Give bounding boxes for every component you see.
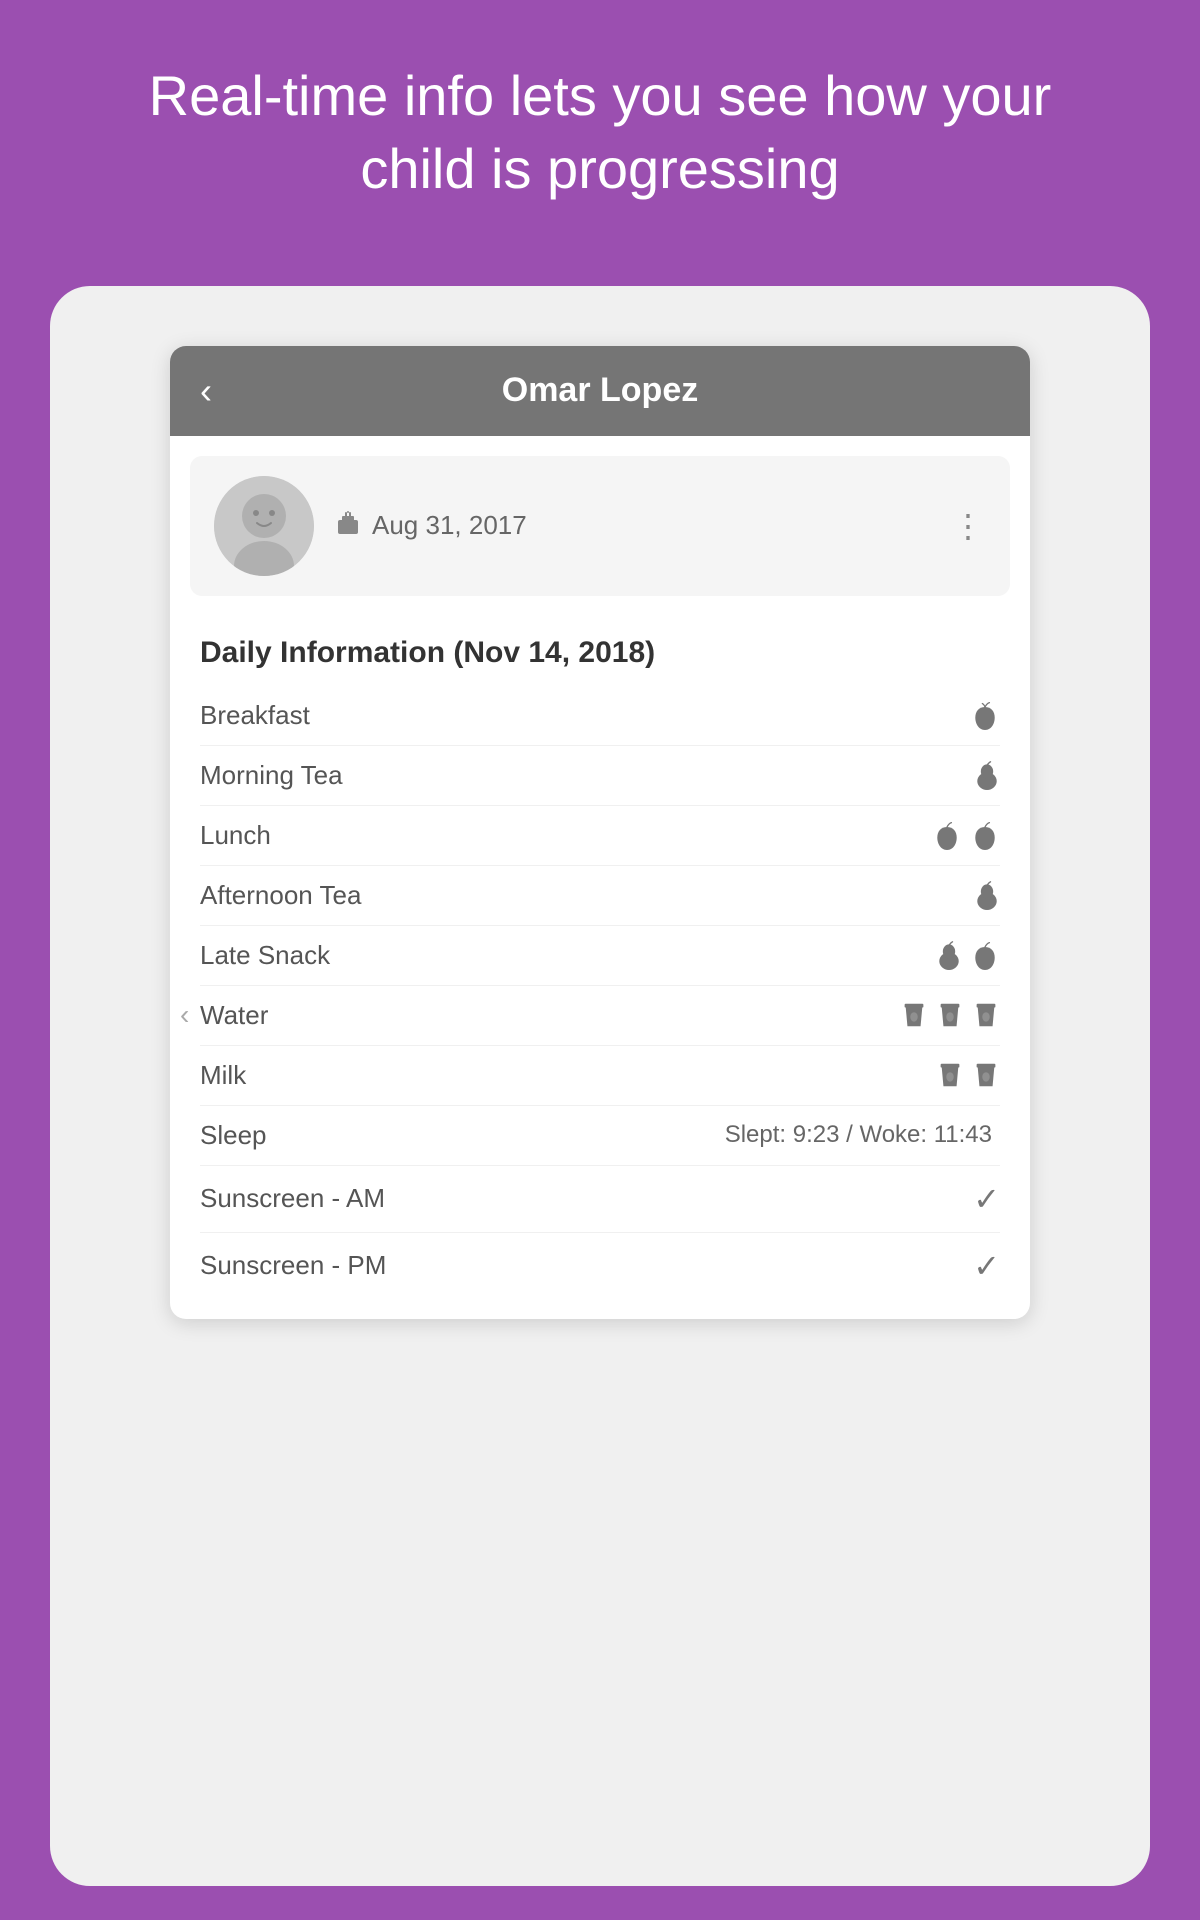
table-row: Milk xyxy=(200,1046,1000,1106)
row-icons-lunch xyxy=(932,820,1000,850)
table-row: Lunch xyxy=(200,806,1000,866)
row-label-milk: Milk xyxy=(200,1060,936,1091)
table-row: Sleep Slept: 9:23 / Woke: 11:43 xyxy=(200,1106,1000,1166)
check-icon-pm: ✓ xyxy=(973,1247,1000,1285)
sleep-detail: Slept: 9:23 / Woke: 11:43 xyxy=(725,1121,992,1149)
profile-left: Aug 31, 2017 xyxy=(214,476,527,576)
row-icons-sunscreen-pm: ✓ xyxy=(973,1247,1000,1285)
row-icons-afternoon-tea xyxy=(974,880,1000,910)
row-icons-late-snack xyxy=(936,940,1000,970)
row-label-morning-tea: Morning Tea xyxy=(200,760,974,791)
profile-card: Aug 31, 2017 ⋮ xyxy=(190,456,1010,596)
row-label-water: Water xyxy=(200,1000,900,1031)
row-icons-water xyxy=(900,1000,1000,1030)
daily-info-title: Daily Information (Nov 14, 2018) xyxy=(200,636,1000,670)
row-icons-sunscreen-am: ✓ xyxy=(973,1180,1000,1218)
row-label-late-snack: Late Snack xyxy=(200,940,936,971)
left-arrow-icon: ‹ xyxy=(180,999,189,1031)
phone-screen: ‹ Omar Lopez xyxy=(170,346,1030,1319)
table-row: ‹ Water xyxy=(200,986,1000,1046)
row-label-sunscreen-pm: Sunscreen - PM xyxy=(200,1250,973,1281)
row-icons-morning-tea xyxy=(974,760,1000,790)
more-menu-button[interactable]: ⋮ xyxy=(952,507,986,545)
table-row: Sunscreen - AM ✓ xyxy=(200,1166,1000,1233)
table-row: Sunscreen - PM ✓ xyxy=(200,1233,1000,1299)
nav-title: Omar Lopez xyxy=(502,371,698,410)
phone-container: ‹ Omar Lopez xyxy=(50,286,1150,1886)
profile-date: Aug 31, 2017 xyxy=(372,510,527,541)
row-label-breakfast: Breakfast xyxy=(200,700,970,731)
nav-bar: ‹ Omar Lopez xyxy=(170,346,1030,436)
avatar xyxy=(214,476,314,576)
table-row: Afternoon Tea xyxy=(200,866,1000,926)
table-row: Morning Tea xyxy=(200,746,1000,806)
back-button[interactable]: ‹ xyxy=(200,370,212,412)
row-label-afternoon-tea: Afternoon Tea xyxy=(200,880,974,911)
table-row: Late Snack xyxy=(200,926,1000,986)
birthday-icon xyxy=(334,508,362,543)
check-icon-am: ✓ xyxy=(973,1180,1000,1218)
profile-date-row: Aug 31, 2017 xyxy=(334,508,527,543)
row-icons-breakfast xyxy=(970,700,1000,730)
row-label-sleep: Sleep xyxy=(200,1120,725,1151)
row-icons-milk xyxy=(936,1060,1000,1090)
daily-info-section: Daily Information (Nov 14, 2018) Breakfa… xyxy=(170,616,1030,1319)
header-text: Real-time info lets you see how your chi… xyxy=(0,0,1200,286)
row-label-lunch: Lunch xyxy=(200,820,932,851)
row-label-sunscreen-am: Sunscreen - AM xyxy=(200,1183,973,1214)
table-row: Breakfast xyxy=(200,686,1000,746)
